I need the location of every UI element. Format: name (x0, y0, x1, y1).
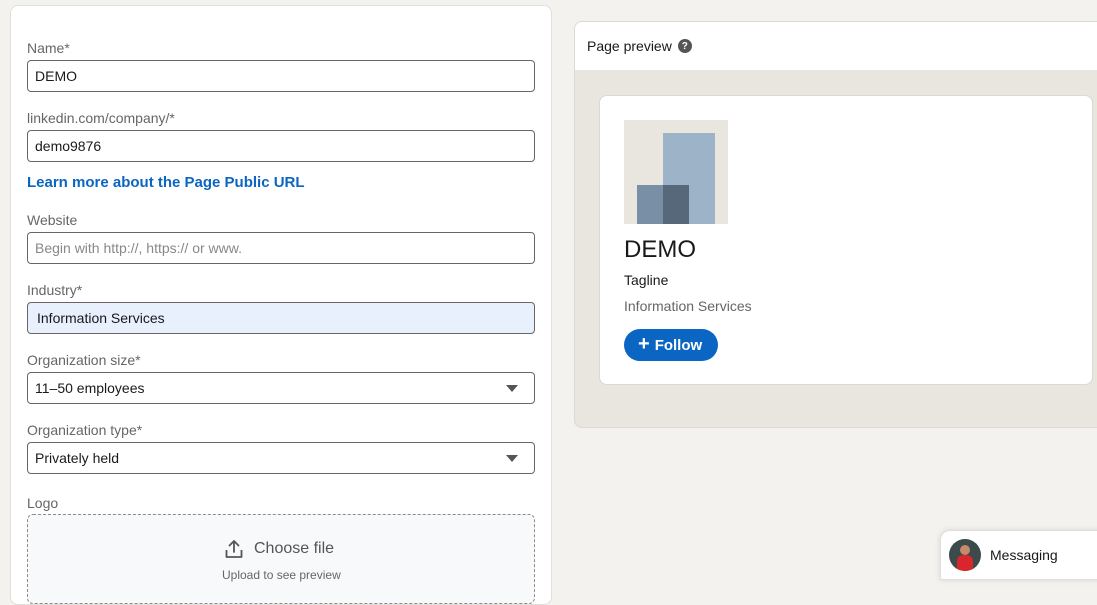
public-url-label: linkedin.com/company/* (27, 110, 175, 126)
org-type-value: Privately held (35, 450, 120, 466)
company-tagline: Tagline (624, 272, 669, 288)
follow-button[interactable]: + Follow (624, 329, 719, 361)
caret-down-icon (506, 385, 518, 392)
building-logo-icon (637, 133, 715, 224)
upload-icon (225, 540, 243, 558)
page-preview-panel: Page preview ? DEMO Tagline Information … (574, 21, 1097, 428)
plus-icon: + (638, 333, 650, 355)
company-preview-card: DEMO Tagline Information Services + Foll… (599, 95, 1093, 385)
page-preview-header: Page preview ? (575, 22, 1097, 71)
follow-label: Follow (654, 336, 703, 354)
avatar (949, 539, 981, 571)
choose-file-button[interactable]: Choose file (224, 539, 334, 559)
website-input[interactable] (27, 232, 535, 264)
name-label: Name* (27, 40, 70, 56)
company-logo-placeholder (624, 120, 728, 224)
logo-upload-dropzone[interactable]: Choose file Upload to see preview (27, 514, 535, 604)
name-input[interactable] (27, 60, 535, 92)
org-type-select[interactable]: Privately held (27, 442, 535, 474)
learn-more-public-url-link[interactable]: Learn more about the Page Public URL (27, 174, 305, 191)
logo-label: Logo (27, 495, 59, 511)
industry-label: Industry* (27, 282, 83, 298)
org-size-label: Organization size* (27, 352, 141, 368)
upload-hint: Upload to see preview (222, 568, 341, 582)
org-size-select[interactable]: 11–50 employees (27, 372, 535, 404)
choose-file-label: Choose file (254, 540, 335, 557)
page-preview-title: Page preview (587, 38, 672, 54)
messaging-label: Messaging (990, 547, 1058, 563)
question-circle-icon[interactable]: ? (677, 39, 692, 53)
org-type-label: Organization type* (27, 422, 143, 438)
company-name: DEMO (624, 236, 696, 263)
public-url-input[interactable] (27, 130, 535, 162)
page-form-card: Name* linkedin.com/company/* Learn more … (10, 5, 552, 605)
industry-input[interactable] (27, 302, 535, 334)
caret-down-icon (506, 455, 518, 462)
company-industry: Information Services (624, 298, 752, 314)
org-size-value: 11–50 employees (35, 380, 145, 396)
website-label: Website (27, 212, 78, 228)
messaging-overlay-button[interactable]: Messaging (940, 530, 1097, 580)
